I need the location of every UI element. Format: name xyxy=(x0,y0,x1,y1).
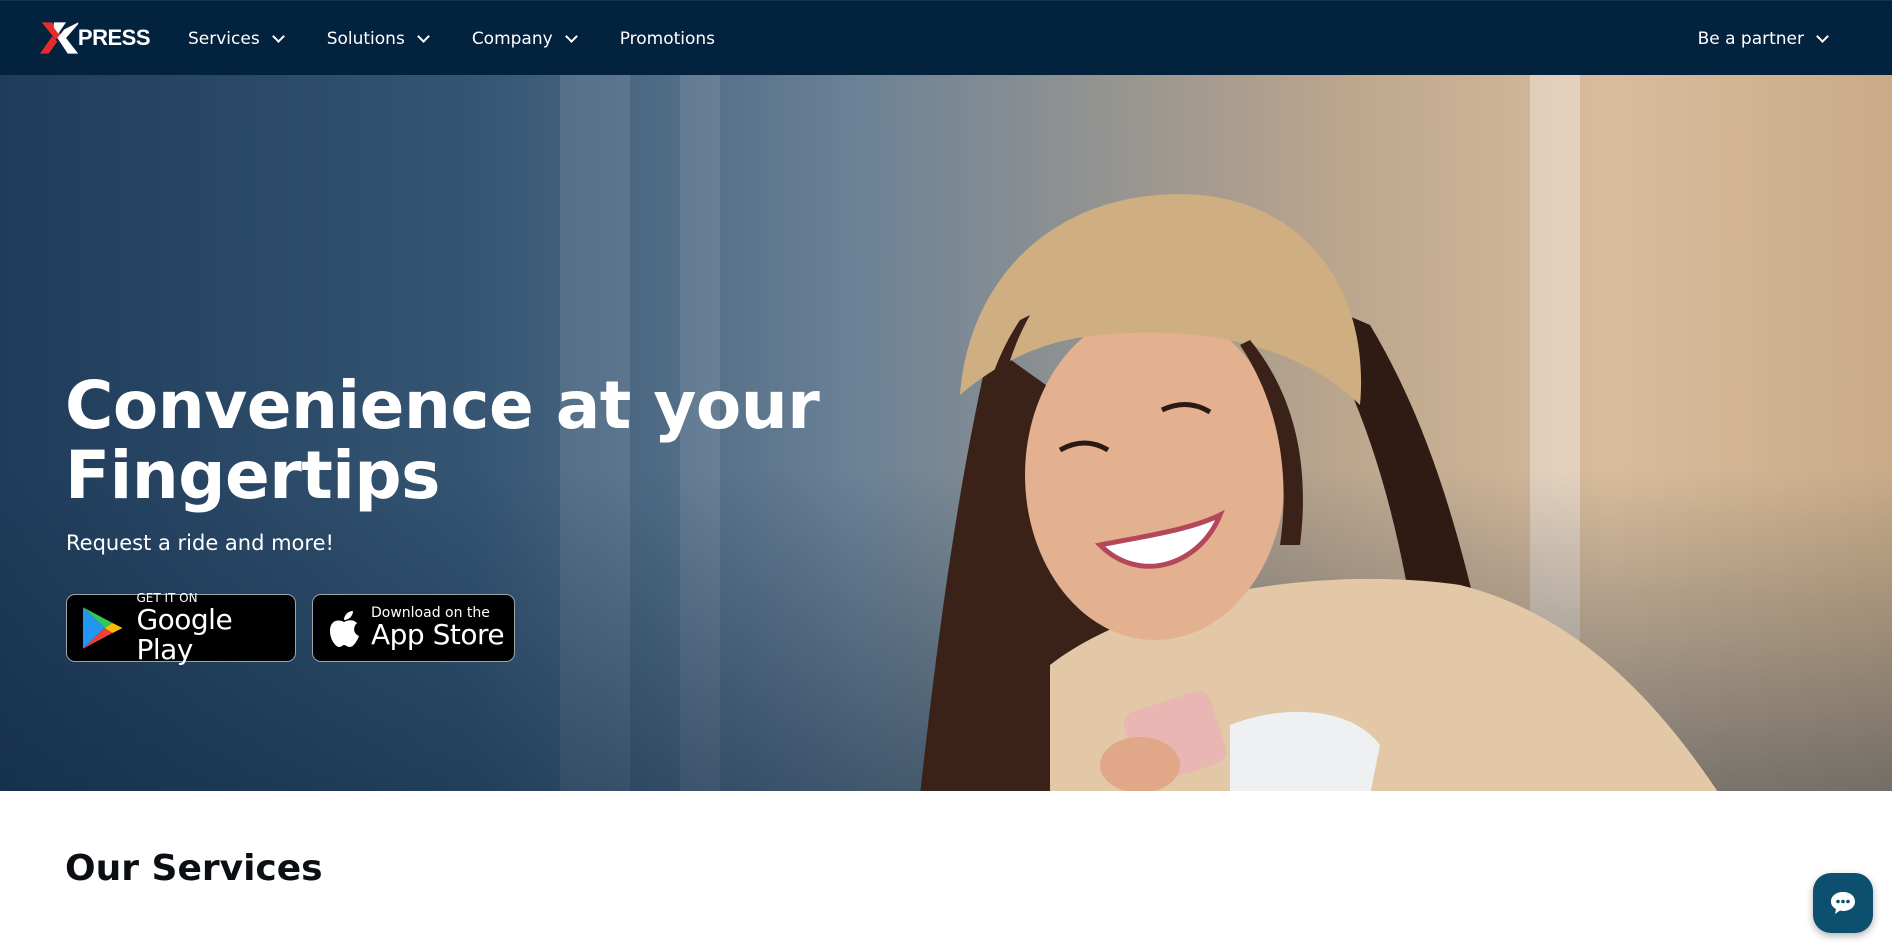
nav-item-label: Company xyxy=(471,28,553,49)
google-play-text: GET IT ON Google Play xyxy=(136,591,295,665)
nav-item-company[interactable]: Company xyxy=(471,28,578,49)
nav-item-promotions[interactable]: Promotions xyxy=(620,29,715,49)
app-store-text: Download on the App Store xyxy=(371,606,505,651)
apple-icon xyxy=(330,611,359,647)
top-navigation-bar: PRESS Services Solutions Company Promoti… xyxy=(0,0,1892,75)
xpress-logo[interactable]: PRESS xyxy=(40,19,151,57)
smiling-woman-image xyxy=(920,194,1718,791)
section-title-our-services: Our Services xyxy=(65,848,323,889)
chevron-down-icon xyxy=(271,29,285,43)
hero-subtitle: Request a ride and more! xyxy=(66,531,334,555)
nav-item-solutions[interactable]: Solutions xyxy=(326,28,430,49)
google-play-button[interactable]: GET IT ON Google Play xyxy=(66,591,296,665)
google-play-big-label: Google Play xyxy=(136,603,233,666)
app-store-button[interactable]: Download on the App Store xyxy=(312,594,515,662)
hero-title: Convenience at your Fingertips xyxy=(65,371,885,511)
chevron-down-icon xyxy=(1816,29,1829,43)
hero-title-line: Fingertips xyxy=(65,437,440,514)
chat-button[interactable] xyxy=(1813,873,1873,933)
nav-item-label: Solutions xyxy=(326,28,405,49)
chevron-down-icon xyxy=(416,29,430,43)
partner-label: Be a partner xyxy=(1697,28,1804,49)
hero-banner: Convenience at your Fingertips Request a… xyxy=(0,75,1892,791)
app-store-big-label: App Store xyxy=(371,618,505,651)
hero-title-line: Convenience at your xyxy=(65,367,820,444)
nav-item-services[interactable]: Services xyxy=(188,28,285,49)
logo-text: PRESS xyxy=(77,25,151,50)
chat-bubble-icon xyxy=(1831,892,1855,914)
google-play-icon xyxy=(82,607,123,649)
nav-item-label: Promotions xyxy=(619,28,716,49)
be-a-partner-menu[interactable]: Be a partner xyxy=(1697,1,1829,76)
chevron-down-icon xyxy=(564,29,578,43)
nav-item-label: Services xyxy=(188,28,260,49)
main-menu: Services Solutions Company Promotions xyxy=(188,1,759,76)
x-logo-icon xyxy=(40,22,79,54)
